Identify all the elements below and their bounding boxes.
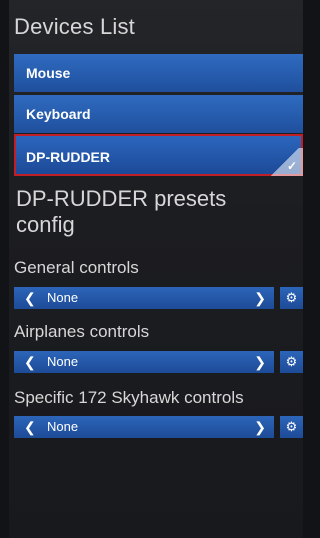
page-title: Devices List — [14, 14, 135, 39]
gear-icon: ⚙ — [285, 290, 298, 305]
section-label-specific: Specific 172 Skyhawk controls — [14, 388, 244, 407]
config-title: DP-RUDDER presets config — [16, 186, 227, 237]
device-item-dp-rudder[interactable]: DP-RUDDER ✓ — [14, 134, 303, 176]
airplanes-controls-settings-button[interactable]: ⚙ — [280, 351, 303, 373]
device-label: Mouse — [26, 65, 71, 81]
chevron-right-icon[interactable]: ❯ — [254, 351, 266, 373]
device-item-mouse[interactable]: Mouse — [14, 54, 303, 92]
specific-controls-selector[interactable]: ❮ None ❯ — [14, 416, 274, 438]
gear-icon: ⚙ — [285, 354, 298, 369]
selected-corner-marker — [267, 148, 303, 176]
device-label: Keyboard — [26, 106, 91, 122]
chevron-left-icon[interactable]: ❮ — [24, 287, 36, 309]
device-label: DP-RUDDER — [26, 149, 110, 165]
selector-value: None — [47, 290, 79, 305]
section-label-airplanes: Airplanes controls — [14, 322, 150, 341]
chevron-left-icon[interactable]: ❮ — [24, 351, 36, 373]
selector-value: None — [47, 419, 79, 434]
chevron-right-icon[interactable]: ❯ — [254, 416, 266, 438]
chevron-right-icon[interactable]: ❯ — [254, 287, 266, 309]
specific-controls-settings-button[interactable]: ⚙ — [280, 416, 303, 438]
section-label-general: General controls — [14, 258, 139, 277]
general-controls-settings-button[interactable]: ⚙ — [280, 287, 303, 309]
device-item-keyboard[interactable]: Keyboard — [14, 95, 303, 133]
gear-icon: ⚙ — [285, 419, 298, 434]
general-controls-selector[interactable]: ❮ None ❯ — [14, 287, 274, 309]
chevron-left-icon[interactable]: ❮ — [24, 416, 36, 438]
selector-value: None — [47, 354, 79, 369]
airplanes-controls-selector[interactable]: ❮ None ❯ — [14, 351, 274, 373]
check-icon: ✓ — [286, 159, 297, 173]
